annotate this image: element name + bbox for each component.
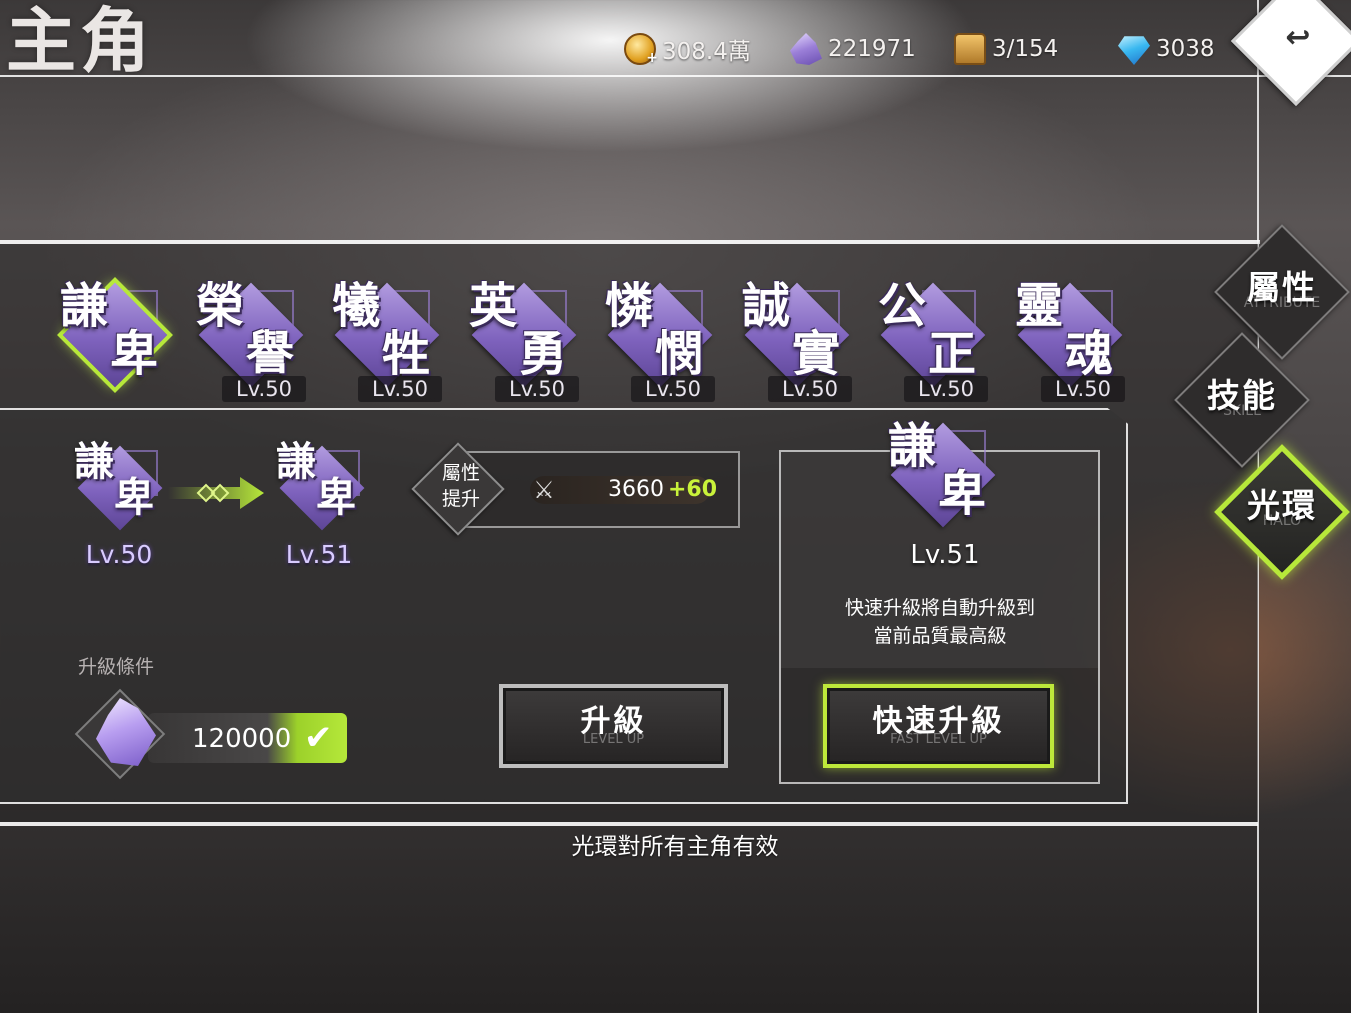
tab-attribute-label[interactable]: 屬性 ATTRIBUTE [1212,270,1351,311]
current-halo-emblem: 謙 卑 [72,440,172,540]
crystal-resource[interactable]: 221971 [790,32,916,66]
upgrade-condition-label: 升級條件 [78,656,155,678]
attack-bonus: +60 [668,477,718,502]
gold-resource[interactable]: + 308.4萬 [624,32,751,66]
header-divider [0,75,1351,77]
fast-upgrade-emblem: 謙 卑 [884,418,1004,538]
halo-level: Lv.50 [631,376,715,402]
blue-diamond-icon [1118,36,1150,65]
purple-crystal-icon [790,33,822,65]
attack-value: 3660 [608,477,664,502]
diamond-resource[interactable]: 3038 [1118,32,1215,66]
panel-bottom-border [0,822,1258,826]
fast-upgrade-level: Lv.51 [910,540,980,570]
halo-sacrifice[interactable]: 犧 牲 Lv.50 [328,278,448,402]
level-up-button[interactable]: 升級 LEVEL UP [499,684,728,768]
crossed-swords-icon: ⚔ [533,476,555,504]
upgrade-arrow-icon [168,477,264,509]
gold-value: 308.4萬 [662,39,751,65]
halo-spirit[interactable]: 靈 魂 Lv.50 [1011,278,1131,402]
fast-upgrade-description: 快速升級將自動升級到 當前品質最高級 [844,597,1035,647]
gold-coin-icon: + [624,33,658,65]
next-halo-emblem: 謙 卑 [274,440,374,540]
halo-note: 光環對所有主角有效 [571,834,779,860]
chest-resource[interactable]: 3/154 [954,32,1058,66]
attribute-badge-label: 屬性 提升 [441,462,480,510]
halo-honor[interactable]: 榮 譽 Lv.50 [192,278,312,402]
halo-level: Lv.50 [768,376,852,402]
back-arrow-icon[interactable]: ↩ [1278,18,1318,58]
panel-top-border [0,240,1260,244]
condition-cost: 120000 [192,724,292,754]
tab-skill-label[interactable]: 技能 SKILL [1172,378,1312,419]
current-level: Lv.50 [85,540,153,569]
next-level: Lv.51 [285,540,353,569]
treasure-chest-icon [954,33,986,65]
crystal-value: 221971 [828,36,916,62]
halo-justice[interactable]: 公 正 Lv.50 [874,278,994,402]
halo-level: Lv.50 [1041,376,1125,402]
fast-level-up-button[interactable]: 快速升級 FAST LEVEL UP [823,684,1054,768]
halo-level: Lv.50 [222,376,306,402]
check-icon: ✔ [304,718,333,758]
halo-level: Lv.50 [495,376,579,402]
chest-value: 3/154 [992,36,1059,62]
tab-halo-label[interactable]: 光環 HALO [1212,488,1351,529]
halo-level: Lv.50 [904,376,988,402]
halo-valor[interactable]: 英 勇 Lv.50 [465,278,585,402]
diamond-value: 3038 [1156,36,1215,62]
page-title: 主角 [6,0,154,82]
halo-humility[interactable]: 謙 卑 [56,278,176,398]
halo-compassion[interactable]: 憐 憫 Lv.50 [601,278,721,402]
halo-honesty[interactable]: 誠 實 Lv.50 [738,278,858,402]
halo-level: Lv.50 [358,376,442,402]
